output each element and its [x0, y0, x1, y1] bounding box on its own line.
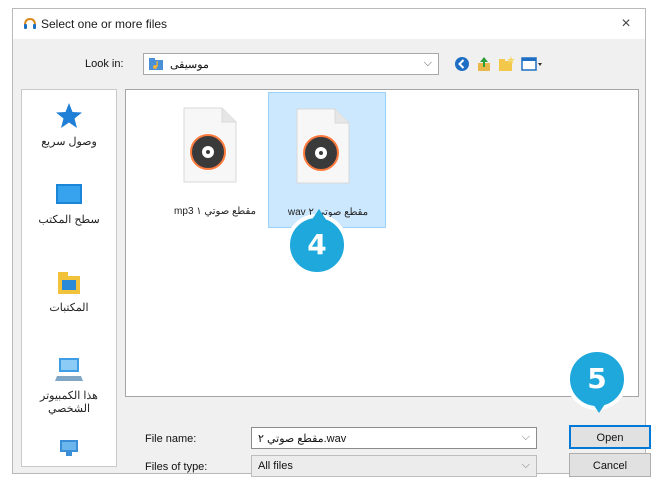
step-4-callout: 4	[286, 209, 348, 276]
file-item-selected[interactable]: wav مقطع صوتي ٢	[268, 92, 386, 228]
files-of-type-label: Files of type:	[145, 461, 208, 473]
headphones-icon	[24, 17, 36, 29]
chevron-down-icon: ⌵	[423, 57, 432, 69]
chevron-down-icon: ⌵	[521, 459, 530, 471]
chevron-down-icon[interactable]: ⌵	[522, 431, 530, 444]
desktop-icon	[56, 184, 82, 204]
new-folder-icon[interactable]	[497, 55, 515, 73]
place-label: هذا الكمبيوتر الشخصي	[40, 390, 98, 415]
place-this-pc[interactable]: هذا الكمبيوتر الشخصي	[22, 354, 116, 416]
libraries-icon	[58, 272, 80, 294]
close-icon: ×	[621, 15, 631, 32]
place-label: وصول سريع	[41, 136, 97, 148]
file-name-value: مقطع صوتي ٢.wav	[258, 433, 347, 445]
computer-icon	[55, 358, 83, 381]
place-label: سطح المكتب	[38, 214, 100, 226]
file-name-label: File name:	[145, 433, 197, 445]
callout-pointer	[591, 401, 607, 413]
back-icon[interactable]	[453, 55, 471, 73]
step-number: 4	[307, 228, 327, 261]
places-bar: وصول سريع سطح المكتب المكتبات هذا الكمبي…	[21, 89, 117, 467]
star-icon	[56, 103, 82, 128]
place-desktop[interactable]: سطح المكتب	[22, 182, 116, 227]
network-icon	[60, 440, 78, 456]
step-5-callout: 5	[566, 348, 628, 413]
step-number: 5	[587, 362, 607, 395]
cancel-button[interactable]: Cancel	[569, 453, 651, 477]
view-menu-icon[interactable]	[521, 55, 545, 73]
file-list: mp3 مقطع صوتي ١ wav مقطع صوتي ٢	[125, 89, 639, 397]
files-of-type-value: All files	[258, 460, 293, 472]
look-in-dropdown[interactable]: موسيقى ⌵	[143, 53, 439, 75]
place-label: المكتبات	[49, 302, 89, 314]
files-of-type-dropdown[interactable]: All files ⌵	[251, 455, 537, 477]
callout-pointer	[311, 209, 327, 221]
close-button[interactable]: ×	[617, 15, 635, 33]
place-network[interactable]	[22, 436, 116, 460]
look-in-value: موسيقى	[170, 59, 209, 71]
dialog-title: Select one or more files	[41, 17, 168, 31]
place-libraries[interactable]: المكتبات	[22, 268, 116, 315]
title-bar: Select one or more files ×	[13, 9, 645, 39]
place-quick-access[interactable]: وصول سريع	[22, 102, 116, 149]
music-folder-icon	[149, 58, 163, 70]
open-button[interactable]: Open	[569, 425, 651, 449]
file-name-field[interactable]: مقطع صوتي ٢.wav ⌵	[251, 427, 537, 449]
audio-file-icon	[296, 108, 350, 184]
look-in-label: Look in:	[85, 58, 124, 70]
audio-file-icon	[183, 107, 237, 183]
up-folder-icon[interactable]	[475, 55, 493, 73]
